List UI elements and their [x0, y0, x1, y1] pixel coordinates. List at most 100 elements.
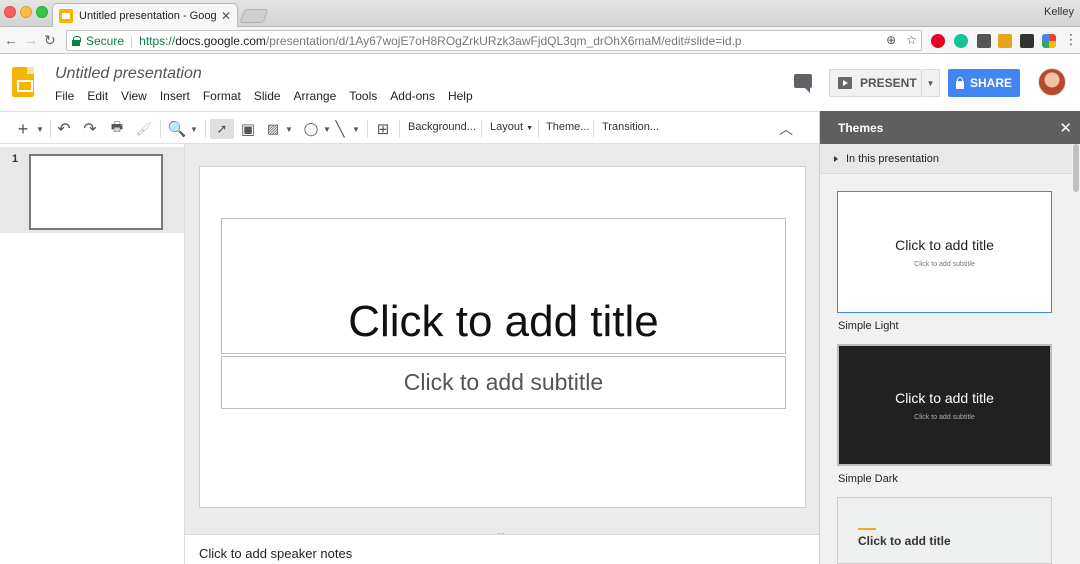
minimize-window-button[interactable] [20, 6, 32, 18]
toolbar-divider [50, 120, 51, 138]
themes-header: Themes ✕ [820, 111, 1080, 144]
pinterest-extension-icon[interactable] [931, 34, 945, 48]
present-label: PRESENT [860, 76, 917, 90]
url-host: docs.google.com [175, 33, 266, 48]
shape-icon[interactable]: ◯ [300, 119, 322, 139]
insert-comment-icon[interactable]: ⊞ [372, 119, 394, 139]
toolbar-divider [160, 120, 161, 138]
layout-button[interactable]: Layout ▼ [490, 121, 533, 133]
theme-preview-title: Click to add title [895, 389, 994, 406]
menu-arrange[interactable]: Arrange [294, 89, 337, 103]
select-cursor-icon[interactable]: ➚ [210, 119, 234, 139]
theme-card-simple-light[interactable]: Click to add title Click to add subtitle [837, 191, 1052, 313]
text-box-icon[interactable]: ▣ [237, 119, 259, 139]
section-label: In this presentation [846, 152, 939, 165]
close-window-button[interactable] [4, 6, 16, 18]
print-icon[interactable]: 🖶 [106, 119, 128, 139]
new-slide-layout-dropdown[interactable]: ▼ [35, 119, 45, 139]
redo-icon[interactable]: ↷ [80, 119, 100, 139]
toolbar-divider [367, 120, 368, 138]
close-icon[interactable]: ✕ [1059, 119, 1072, 137]
menu-help[interactable]: Help [448, 89, 473, 103]
zoom-icon[interactable]: ⊕ [886, 33, 896, 47]
account-avatar[interactable] [1038, 68, 1066, 96]
url-scheme: https:// [139, 33, 176, 48]
menu-insert[interactable]: Insert [160, 89, 190, 103]
new-slide-icon[interactable]: + [12, 119, 34, 139]
theme-card-simple-dark[interactable]: Click to add title Click to add subtitle [837, 344, 1052, 466]
undo-icon[interactable]: ↶ [54, 119, 74, 139]
slide-editor: Click to add title Click to add subtitle… [185, 144, 819, 564]
transition-button[interactable]: Transition... [602, 121, 659, 133]
theme-preview-title: Click to add title [895, 236, 994, 253]
browser-toolbar: ← → ↻ Secure | https://docs.google.com/p… [0, 27, 1080, 54]
reload-icon[interactable]: ↻ [44, 32, 56, 49]
theme-preview-title: Click to add title [858, 534, 951, 548]
menu-view[interactable]: View [121, 89, 147, 103]
tab-close-icon[interactable]: ✕ [221, 9, 231, 23]
new-tab-button[interactable] [239, 9, 269, 23]
slide-number: 1 [12, 153, 19, 165]
slides-favicon-icon [59, 8, 73, 23]
theme-button[interactable]: Theme... [546, 121, 589, 133]
lock-icon [71, 35, 81, 46]
share-button[interactable]: SHARE [948, 69, 1020, 97]
menu-file[interactable]: File [55, 89, 74, 103]
forward-arrow-icon[interactable]: → [24, 32, 38, 48]
bookmark-star-icon[interactable]: ☆ [906, 33, 917, 47]
address-bar[interactable]: Secure | https://docs.google.com/present… [66, 30, 922, 51]
filmstrip-slide-row[interactable]: 1 [0, 147, 184, 233]
zoom-dropdown[interactable]: ▼ [189, 119, 199, 139]
extension-icon[interactable] [977, 34, 991, 48]
line-icon[interactable]: ╲ [330, 119, 350, 139]
paint-format-icon[interactable]: 🖌 [134, 119, 154, 139]
image-icon[interactable]: ▨ [263, 119, 283, 139]
menu-format[interactable]: Format [203, 89, 241, 103]
zoom-icon[interactable]: 🔍 [166, 119, 188, 139]
back-arrow-icon[interactable]: ← [4, 32, 18, 48]
image-dropdown[interactable]: ▼ [284, 119, 294, 139]
collapse-chevron-up-icon[interactable]: ︿ [776, 119, 796, 139]
in-this-presentation-section[interactable]: In this presentation [820, 144, 1072, 174]
theme-card-streamline[interactable]: Click to add title [837, 497, 1052, 564]
k-extension-icon[interactable] [998, 34, 1012, 48]
menu-bar: File Edit View Insert Format Slide Arran… [55, 89, 473, 103]
lock-icon [955, 76, 964, 89]
tv-extension-icon[interactable] [1020, 34, 1034, 48]
title-placeholder[interactable]: Click to add title [221, 218, 786, 354]
grammarly-extension-icon[interactable] [954, 34, 968, 48]
app-header: Untitled presentation File Edit View Ins… [0, 54, 1080, 111]
subtitle-placeholder[interactable]: Click to add subtitle [221, 356, 786, 409]
scrollbar-thumb[interactable] [1073, 144, 1079, 192]
toolbar-divider [399, 120, 400, 138]
menu-slide[interactable]: Slide [254, 89, 281, 103]
menu-tools[interactable]: Tools [349, 89, 377, 103]
share-label: SHARE [969, 76, 1012, 90]
browser-menu-icon[interactable]: ⋮ [1064, 31, 1078, 48]
maximize-window-button[interactable] [36, 6, 48, 18]
speaker-notes-input[interactable]: Click to add speaker notes [199, 546, 352, 561]
theme-preview-subtitle: Click to add subtitle [914, 413, 975, 421]
menu-add-ons[interactable]: Add-ons [390, 89, 435, 103]
speaker-notes-panel: ⋯ Click to add speaker notes [185, 529, 819, 564]
background-button[interactable]: Background... [408, 121, 476, 133]
present-options-dropdown[interactable]: ▼ [922, 69, 940, 97]
line-dropdown[interactable]: ▼ [351, 119, 361, 139]
browser-tab[interactable]: Untitled presentation - Google ✕ [52, 3, 238, 27]
themes-scrollbar[interactable] [1072, 144, 1080, 564]
menu-edit[interactable]: Edit [87, 89, 108, 103]
editing-toolbar: + ▼ ↶ ↷ 🖶 🖌 🔍 ▼ ➚ ▣ ▨ ▼ ◯ ▼ ╲ ▼ ⊞ Backgr… [0, 111, 819, 144]
slides-logo-icon[interactable] [12, 67, 34, 97]
present-button[interactable]: PRESENT [829, 69, 922, 97]
comments-icon[interactable] [794, 74, 812, 93]
toolbar-divider [205, 120, 206, 138]
document-title[interactable]: Untitled presentation [55, 65, 202, 83]
browser-titlebar: Untitled presentation - Google ✕ Kelley [0, 0, 1080, 27]
slide-thumbnail[interactable] [29, 154, 163, 230]
notes-resize-handle[interactable]: ⋯ [497, 529, 505, 538]
browser-profile-name[interactable]: Kelley [1044, 6, 1074, 18]
layout-label: Layout [490, 121, 524, 133]
theme-name: Simple Light [838, 320, 899, 332]
slide-canvas[interactable]: Click to add title Click to add subtitle [199, 166, 806, 508]
puzzle-extension-icon[interactable] [1042, 34, 1056, 48]
